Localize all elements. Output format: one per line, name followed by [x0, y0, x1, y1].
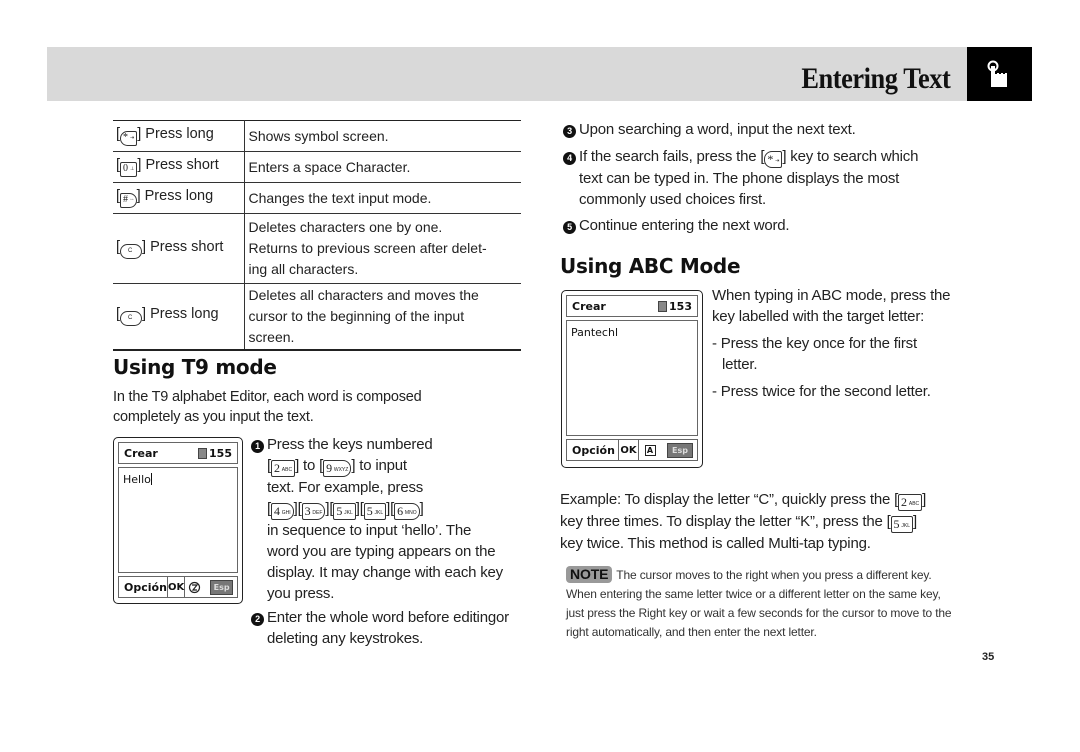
- note-badge: NOTE: [566, 566, 613, 583]
- description-cell: Enters a space Character.: [248, 158, 411, 175]
- abc-phone-screen: Crear 153 Pantechl Opción OK A Esp: [561, 290, 703, 468]
- step-number-badge: 1: [251, 440, 264, 453]
- table-row: [# ◦◦] Press long Changes the text input …: [113, 182, 521, 214]
- softkey-space: Esp: [667, 442, 693, 458]
- header-icon-box: [967, 47, 1032, 101]
- key-5-icon: 5 JKL: [890, 516, 913, 533]
- phone-title-bar: Crear 155: [118, 442, 238, 464]
- softkey-ok: OK: [619, 440, 639, 460]
- phone-text-area: Pantechl: [566, 320, 698, 436]
- page-title: Entering Text: [800, 62, 950, 95]
- softkey-option: Opción: [567, 440, 619, 460]
- star-key-icon: * ⇥: [764, 151, 783, 168]
- phone-title-bar: Crear 153: [566, 295, 698, 317]
- key-cell: [* ⇥] Press long: [113, 120, 245, 152]
- step-4: 4 If the search fails, press the [* ⇥] key…: [563, 146, 983, 210]
- step-1: 1 Press the keys numbered [2 ABC] to [9 WXY…: [251, 434, 531, 604]
- abc-intro: When typing in ABC mode, press the key l…: [712, 285, 982, 402]
- clear-key-icon: C: [120, 311, 143, 327]
- softkey-option: Opción: [119, 577, 168, 597]
- abc-bullet-1: - Press the key once for the first lette…: [712, 335, 917, 373]
- description-cell: Deletes all characters and moves the cur…: [248, 286, 479, 345]
- key-5-icon: 5 JKL: [333, 503, 356, 520]
- message-icon: [198, 447, 208, 459]
- zero-key-icon: 0 ⊥: [120, 162, 138, 177]
- star-key-icon: * ⇥: [120, 131, 138, 146]
- step-number-badge: 3: [563, 125, 576, 138]
- key-cell: [0 ⊥] Press short: [113, 151, 245, 183]
- abc-bullet-2: - Press twice for the second letter.: [712, 383, 931, 400]
- description-cell: Deletes characters one by one. Returns t…: [248, 219, 487, 277]
- description-cell: Shows symbol screen.: [248, 127, 389, 144]
- key-cell: [C] Press short: [113, 213, 245, 284]
- table-row: [C] Press short Deletes characters one b…: [113, 213, 521, 284]
- description-cell: Changes the text input mode.: [248, 189, 432, 206]
- table-row: [* ⇥] Press long Shows symbol screen.: [113, 120, 521, 152]
- key-3-icon: 3 DEF: [301, 503, 326, 520]
- step-number-badge: 2: [251, 613, 264, 626]
- key-9-icon: 9 WXYZ: [323, 460, 352, 477]
- key-cell: [C] Press long: [113, 283, 245, 350]
- abc-section-title: Using ABC Mode: [560, 254, 741, 278]
- t9-mode-icon: [185, 577, 204, 597]
- abc-example: Example: To display the letter “C”, quic…: [560, 491, 927, 552]
- key-4-icon: 4 GHI: [270, 503, 294, 520]
- phone-text-area: Hello: [118, 467, 238, 573]
- step-number-badge: 4: [563, 152, 576, 165]
- step-3: 3 Upon searching a word, input the next t…: [563, 119, 983, 140]
- t9-section-title: Using T9 mode: [113, 355, 277, 379]
- key-6-icon: 6 MNO: [394, 503, 420, 520]
- phone-softkey-bar: Opción OK A Esp: [566, 439, 698, 461]
- table-row: [C] Press long Deletes all characters an…: [113, 283, 521, 350]
- key-function-table: [* ⇥] Press long Shows symbol screen. [0 ⊥…: [113, 120, 521, 351]
- text-cursor: [150, 473, 153, 485]
- note-box: NOTE The cursor moves to the right when y…: [566, 566, 952, 639]
- message-icon: [658, 300, 668, 312]
- message-counter: 153: [658, 300, 692, 313]
- softkey-ok: OK: [168, 577, 186, 597]
- step-2: 2 Enter the whole word before editingor d…: [251, 607, 536, 649]
- key-2-icon: 2 ABC: [898, 494, 923, 511]
- abc-mode-icon: A: [639, 440, 661, 460]
- t9-intro: In the T9 alphabet Editor, each word is …: [113, 389, 422, 425]
- hand-pointer-icon: [987, 60, 1007, 87]
- key-5-icon: 5 JKL: [363, 503, 387, 520]
- key-2-icon: 2 ABC: [270, 460, 296, 477]
- softkey-space: Esp: [210, 579, 233, 595]
- message-counter: 155: [198, 447, 232, 460]
- table-row: [0 ⊥] Press short Enters a space Characte…: [113, 151, 521, 183]
- phone-softkey-bar: Opción OK Esp: [118, 576, 238, 598]
- step-number-badge: 5: [563, 221, 576, 234]
- step-5: 5 Continue entering the next word.: [563, 215, 983, 236]
- key-cell: [# ◦◦] Press long: [113, 182, 245, 214]
- clear-key-icon: C: [120, 243, 143, 259]
- page-number: 35: [982, 651, 995, 663]
- hash-key-icon: # ◦◦: [120, 193, 137, 208]
- t9-phone-screen: Crear 155 Hello Opción OK Esp: [113, 437, 243, 604]
